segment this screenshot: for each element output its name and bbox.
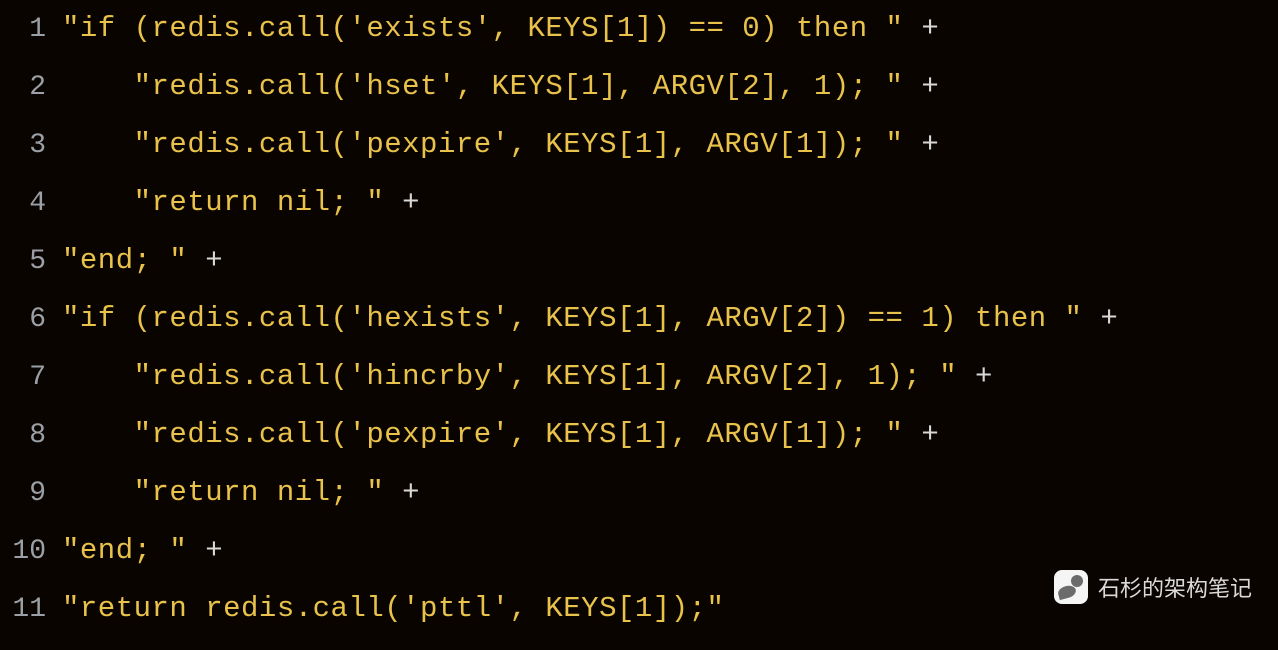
code-text: "if (redis.call('hexists', KEYS[1], ARGV… (62, 302, 1118, 335)
code-line: 4 "return nil; " + (0, 186, 1278, 244)
line-number: 9 (0, 478, 62, 509)
line-number: 8 (0, 420, 62, 451)
line-number: 4 (0, 188, 62, 219)
code-editor: 1 "if (redis.call('exists', KEYS[1]) == … (0, 0, 1278, 650)
code-text: "return nil; " + (62, 476, 420, 509)
code-text: "if (redis.call('exists', KEYS[1]) == 0)… (62, 12, 939, 45)
code-line: 3 "redis.call('pexpire', KEYS[1], ARGV[1… (0, 128, 1278, 186)
code-text: "end; " + (62, 244, 223, 277)
watermark-text: 石杉的架构笔记 (1098, 571, 1252, 603)
code-line: 6 "if (redis.call('hexists', KEYS[1], AR… (0, 302, 1278, 360)
code-text: "redis.call('hincrby', KEYS[1], ARGV[2],… (62, 360, 993, 393)
code-text: "redis.call('pexpire', KEYS[1], ARGV[1])… (62, 128, 939, 161)
code-text: "end; " + (62, 534, 223, 567)
line-number: 2 (0, 72, 62, 103)
line-number: 6 (0, 304, 62, 335)
code-text: "return nil; " + (62, 186, 420, 219)
code-text: "redis.call('hset', KEYS[1], ARGV[2], 1)… (62, 70, 939, 103)
wechat-icon (1054, 570, 1088, 604)
code-text: "return redis.call('pttl', KEYS[1]);" (62, 592, 724, 625)
line-number: 3 (0, 130, 62, 161)
code-line: 8 "redis.call('pexpire', KEYS[1], ARGV[1… (0, 418, 1278, 476)
watermark: 石杉的架构笔记 (1054, 570, 1252, 604)
line-number: 10 (0, 536, 62, 567)
code-line: 5 "end; " + (0, 244, 1278, 302)
line-number: 5 (0, 246, 62, 277)
code-text: "redis.call('pexpire', KEYS[1], ARGV[1])… (62, 418, 939, 451)
code-line: 7 "redis.call('hincrby', KEYS[1], ARGV[2… (0, 360, 1278, 418)
code-line: 9 "return nil; " + (0, 476, 1278, 534)
code-line: 1 "if (redis.call('exists', KEYS[1]) == … (0, 12, 1278, 70)
line-number: 11 (0, 594, 62, 625)
line-number: 7 (0, 362, 62, 393)
code-line: 2 "redis.call('hset', KEYS[1], ARGV[2], … (0, 70, 1278, 128)
line-number: 1 (0, 14, 62, 45)
